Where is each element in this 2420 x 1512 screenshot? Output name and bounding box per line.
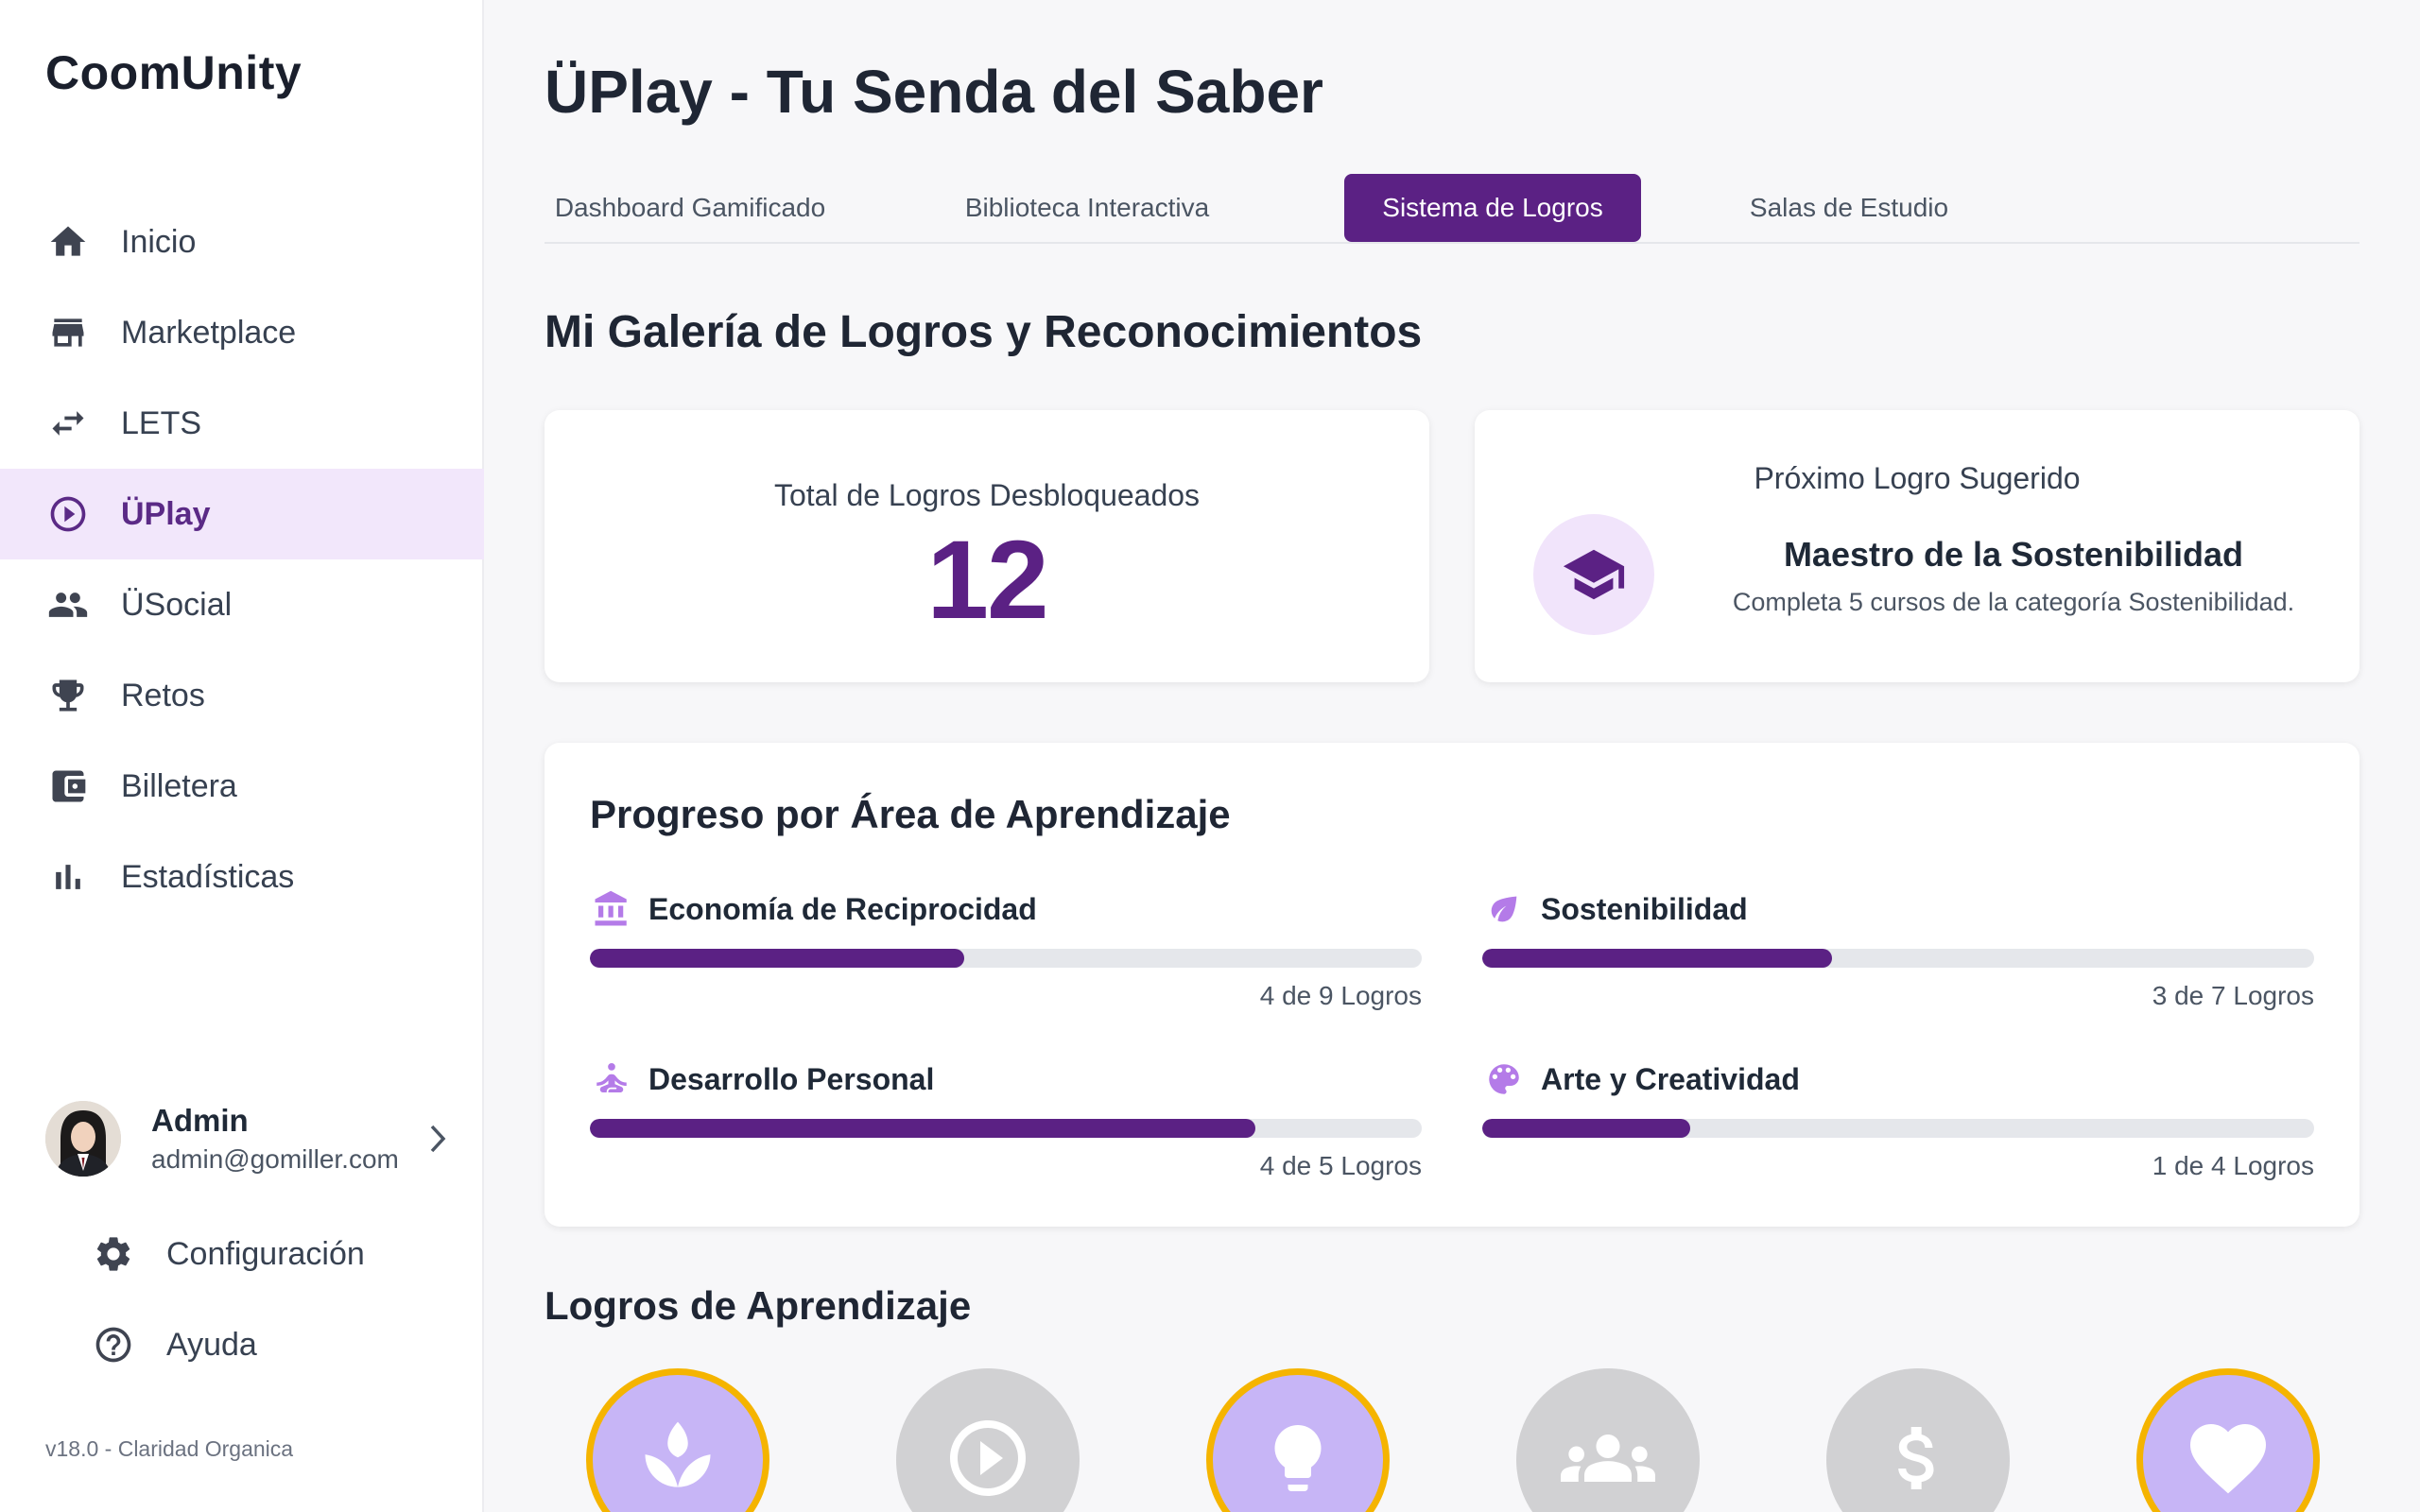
palette-icon [1482,1057,1526,1101]
area-name: Arte y Creatividad [1541,1061,1800,1096]
area-name: Economía de Reciprocidad [648,891,1037,926]
sidebar-item-label: Billetera [121,767,237,804]
graduation-cap-icon [1533,514,1654,635]
dollar-icon [1876,1417,1960,1504]
sidebar-item-label: ÜPlay [121,495,211,532]
area-desarrollo-personal: Desarrollo Personal 4 de 5 Logros [590,1057,1422,1181]
tab-dashboard-gamificado[interactable]: Dashboard Gamificado [544,174,836,242]
help-icon [91,1322,136,1367]
next-achievement-title: Maestro de la Sostenibilidad [1783,535,2244,574]
progress-title: Progreso por Área de Aprendizaje [590,792,1231,836]
area-sostenibilidad: Sostenibilidad 3 de 7 Logros [1482,886,2314,1011]
next-achievement-label: Próximo Logro Sugerido [1754,461,2081,495]
sidebar-item-label: ÜSocial [121,586,233,623]
version-label: v18.0 - Claridad Organica [45,1436,294,1461]
progress-bar [1482,1119,2314,1138]
sidebar-item-uplay[interactable]: ÜPlay [0,469,484,559]
settings-link[interactable]: Configuración [91,1221,365,1287]
gallery-title: Mi Galería de Logros y Reconocimientos [544,307,1423,357]
leaf-icon [1482,887,1526,931]
meditation-icon [590,1057,633,1101]
bar-chart-icon [45,854,91,900]
sidebar-item-marketplace[interactable]: Marketplace [0,287,484,378]
heart-icon [2183,1413,2273,1508]
gear-icon [91,1231,136,1277]
lightbulb-icon [1258,1418,1338,1503]
page-title: ÜPlay - Tu Senda del Saber [544,58,1323,126]
tab-salas-de-estudio[interactable]: Salas de Estudio [1724,174,1974,242]
learning-progress-card: Progreso por Área de Aprendizaje Economí… [544,743,2360,1227]
progress-bar-fill [1482,949,1832,968]
achievement-badge[interactable] [1516,1368,1700,1512]
total-achievements-card: Total de Logros Desbloqueados 12 [544,410,1429,682]
area-name: Desarrollo Personal [648,1061,935,1096]
total-label: Total de Logros Desbloqueados [773,478,1201,512]
achievement-badge[interactable] [1206,1368,1390,1512]
user-info: Admin admin@gomiller.com [151,1103,424,1175]
progress-bar-fill [1482,1119,1690,1138]
progress-bar [590,949,1422,968]
user-email: admin@gomiller.com [151,1144,399,1174]
achievement-badges [544,1368,2360,1512]
brand-logo[interactable]: CoomUnity [45,45,302,100]
sidebar-item-label: LETS [121,404,202,441]
achievement-badge[interactable] [586,1368,769,1512]
area-name: Sostenibilidad [1541,891,1748,926]
total-count: 12 [926,518,1048,643]
store-icon [45,310,91,355]
next-achievement-card[interactable]: Próximo Logro Sugerido Maestro de la Sos… [1475,410,2360,682]
user-name: Admin [151,1103,249,1138]
tab-sistema-de-logros[interactable]: Sistema de Logros [1344,174,1641,242]
sidebar-item-billetera[interactable]: Billetera [0,741,484,832]
settings-label: Configuración [166,1235,365,1272]
area-economia: Economía de Reciprocidad 4 de 9 Logros [590,886,1422,1011]
progress-bar [590,1119,1422,1138]
achievement-badge[interactable] [896,1368,1080,1512]
sidebar-item-label: Inicio [121,223,197,260]
help-label: Ayuda [166,1326,257,1363]
progress-bar-fill [590,1119,1255,1138]
people-icon [45,582,91,627]
trophy-icon [45,673,91,718]
progress-bar [1482,949,2314,968]
area-count: 1 de 4 Logros [2152,1151,2314,1180]
sidebar-item-retos[interactable]: Retos [0,650,484,741]
chevron-right-icon [424,1120,452,1158]
group-icon [1561,1411,1655,1510]
play-circle-icon [942,1413,1033,1508]
bank-icon [590,887,633,931]
home-icon [45,219,91,265]
sidebar-item-inicio[interactable]: Inicio [0,197,484,287]
play-circle-icon [45,491,91,537]
sidebar-item-label: Marketplace [121,314,297,351]
next-achievement-description: Completa 5 cursos de la categoría Sosten… [1732,588,2295,616]
sidebar-item-label: Retos [121,677,205,713]
swap-icon [45,401,91,446]
avatar [45,1101,121,1177]
area-count: 4 de 5 Logros [1259,1151,1422,1180]
sprout-icon [634,1415,721,1506]
sidebar-nav: Inicio Marketplace LETS ÜPlay ÜSocial Re… [0,197,484,922]
area-count: 3 de 7 Logros [2152,981,2314,1010]
area-arte-creatividad: Arte y Creatividad 1 de 4 Logros [1482,1057,2314,1181]
area-count: 4 de 9 Logros [1259,981,1422,1010]
achievement-badge[interactable] [1826,1368,2010,1512]
sidebar: CoomUnity Inicio Marketplace LETS ÜPlay [0,0,484,1512]
tab-bar: Dashboard Gamificado Biblioteca Interact… [544,174,2360,244]
help-link[interactable]: Ayuda [91,1312,257,1378]
user-profile[interactable]: Admin admin@gomiller.com [45,1096,452,1181]
tab-biblioteca-interactiva[interactable]: Biblioteca Interactiva [926,174,1248,242]
sidebar-item-lets[interactable]: LETS [0,378,484,469]
sidebar-item-label: Estadísticas [121,858,295,895]
wallet-icon [45,764,91,809]
progress-bar-fill [590,949,964,968]
achievement-badge[interactable] [2136,1368,2320,1512]
achievements-title: Logros de Aprendizaje [544,1283,972,1328]
sidebar-item-usocial[interactable]: ÜSocial [0,559,484,650]
sidebar-item-estadisticas[interactable]: Estadísticas [0,832,484,922]
